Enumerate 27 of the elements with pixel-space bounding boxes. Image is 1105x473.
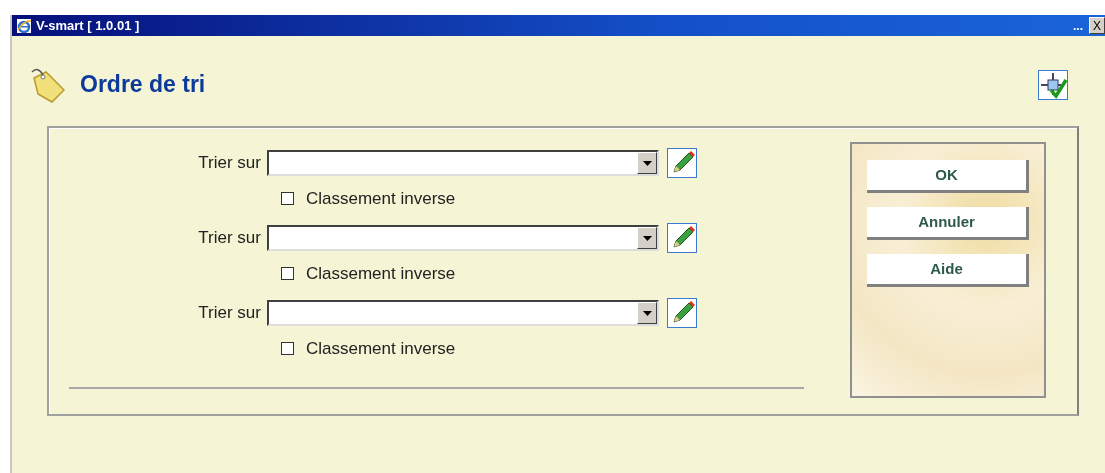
caret-icon (642, 235, 652, 241)
checkbox[interactable] (281, 342, 294, 355)
dropdown-field[interactable] (267, 300, 659, 326)
pencil-icon[interactable] (667, 148, 697, 178)
ellipsis-button[interactable]: ... (1072, 16, 1083, 35)
checkbox[interactable] (281, 192, 294, 205)
checkbox-label: Classement inverse (306, 337, 456, 360)
checkbox[interactable] (281, 267, 294, 280)
checkbox-label: Classement inverse (306, 187, 456, 210)
ok-button[interactable]: OK (867, 160, 1029, 193)
dropdown-field[interactable] (267, 225, 659, 251)
field-label: Trier sur (197, 227, 262, 250)
move-check-icon[interactable] (1038, 70, 1068, 100)
window-title: V-smart [ 1.0.01 ] (36, 16, 140, 35)
app-icon (16, 17, 32, 34)
caret-icon (642, 160, 652, 166)
checkbox-label: Classement inverse (306, 262, 456, 285)
dropdown-field[interactable] (267, 150, 659, 176)
help-button[interactable]: Aide (867, 254, 1029, 287)
field-label: Trier sur (197, 152, 262, 175)
field-label: Trier sur (197, 302, 262, 325)
pencil-icon[interactable] (667, 223, 697, 253)
pencil-icon[interactable] (667, 298, 697, 328)
cancel-button[interactable]: Annuler (867, 207, 1029, 240)
close-button[interactable]: X (1089, 17, 1105, 34)
caret-icon (642, 310, 652, 316)
page-title: Ordre de tri (80, 71, 206, 99)
